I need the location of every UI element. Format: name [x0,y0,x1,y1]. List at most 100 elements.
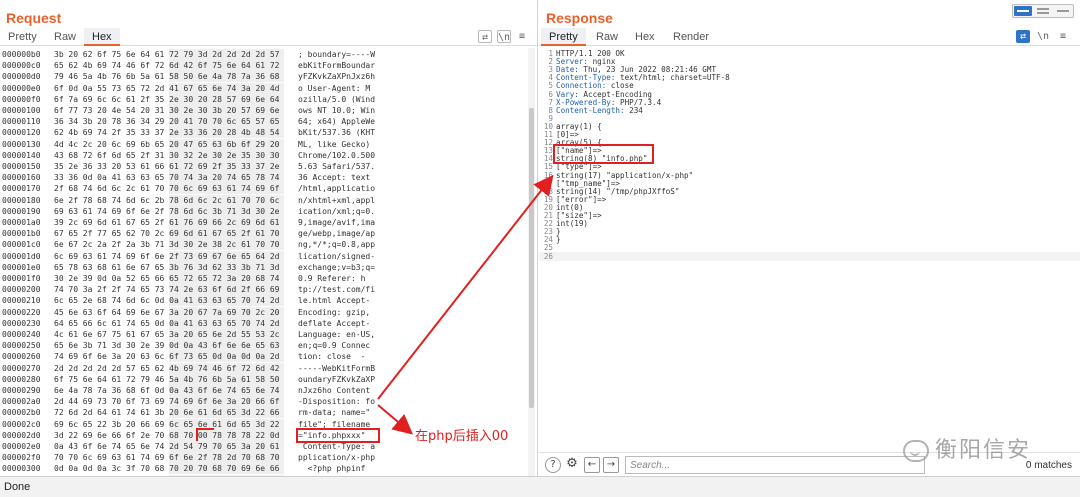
layout-horizontal-icon[interactable] [1034,6,1052,16]
hex-byte[interactable]: 3b [54,49,68,60]
hex-byte[interactable]: 68 [126,385,140,396]
hex-byte[interactable]: 6e [140,441,154,452]
hex-byte[interactable]: 2d [112,363,126,374]
hex-byte[interactable]: 61 [169,161,184,172]
hex-bytes[interactable]: 2f 68 74 6d 6c 2c 61 70 70 6c 69 63 61 74 69 6f [54,183,298,195]
hex-byte[interactable]: 78 [226,429,242,441]
hex-byte[interactable]: 2e [169,127,184,139]
hex-byte[interactable]: 20 [140,105,154,116]
hex-byte[interactable]: 69 [155,419,169,430]
hex-byte[interactable]: 37 [255,161,270,172]
hex-byte[interactable]: 63 [140,172,154,183]
hex-editor[interactable]: 000000b0 3b 20 62 6f 75 6e 64 61 72 79 3d 2d 2d 2d 2d 57… [0,48,538,476]
hex-byte[interactable]: 74 [255,295,270,307]
hex-byte[interactable]: 64 [269,93,285,105]
hex-byte[interactable]: 2f [112,239,126,250]
hex-byte[interactable]: 6d [255,217,270,228]
tab-hex[interactable]: Hex [627,28,663,46]
hex-byte[interactable]: 58 [255,373,270,385]
hex-byte[interactable]: 2c [269,329,285,340]
hex-byte[interactable]: 0d [269,429,285,441]
hex-byte[interactable]: 20 [212,127,227,139]
hex-byte[interactable]: 3a [241,441,256,452]
hex-byte[interactable]: 73 [155,284,169,295]
hex-byte[interactable]: 68 [155,463,169,474]
hex-byte[interactable]: 2c [155,228,169,239]
hex-byte[interactable]: 65 [169,273,184,284]
hex-byte[interactable]: 2d [68,363,82,374]
hex-byte[interactable]: 57 [269,49,285,60]
hex-byte[interactable]: 65 [68,228,82,239]
hex-byte[interactable]: 67 [68,239,82,250]
hex-byte[interactable]: 70 [255,194,270,206]
hex-byte[interactable]: 63 [126,172,140,183]
hex-byte[interactable]: 2d [226,49,242,60]
hex-byte[interactable]: 66 [155,161,169,172]
hex-byte[interactable]: 69 [54,206,68,217]
hex-byte[interactable]: 6e [212,82,227,94]
hex-byte[interactable]: 2d [83,363,97,374]
hex-byte[interactable]: 6e [97,351,111,362]
hex-byte[interactable]: 00 [195,427,215,443]
hex-byte[interactable]: 6f [140,60,154,71]
hex-byte[interactable]: 6c [183,183,198,195]
hex-byte[interactable]: 61 [226,194,242,206]
hex-byte[interactable]: 6e [68,307,82,318]
hex-byte[interactable]: 74 [269,273,285,284]
hex-byte[interactable]: 48 [255,127,270,139]
hex-byte[interactable]: 2d [54,363,68,374]
hex-byte[interactable]: 67 [197,306,213,318]
hex-bytes[interactable]: 6e 67 2c 2a 2f 2a 3b 71 3d 30 2e 38 2c 61 70 70 [54,239,298,251]
hex-byte[interactable]: 62 [212,261,227,273]
hex-byte[interactable]: 68 [269,71,285,83]
hex-byte[interactable]: 68 [68,150,82,161]
hex-byte[interactable]: 72 [212,273,227,284]
hex-byte[interactable]: 65 [241,418,256,430]
hex-byte[interactable]: 63 [212,295,227,307]
hex-byte[interactable]: 6f [140,251,154,262]
newline-toggle-icon[interactable]: \n [1036,30,1050,43]
hex-byte[interactable]: 61 [212,418,227,430]
hex-byte[interactable]: 63 [68,206,82,217]
hex-byte[interactable]: 6d [97,217,111,228]
hex-byte[interactable]: 69 [183,362,198,374]
hex-byte[interactable]: 72 [169,49,184,60]
hex-byte[interactable]: 61 [140,407,154,418]
hex-byte[interactable]: 65 [155,329,169,340]
hex-byte[interactable]: 0a [169,385,184,396]
hex-byte[interactable]: 69 [126,251,140,262]
hex-byte[interactable]: 0d [155,295,169,306]
hex-byte[interactable]: 2b [155,195,169,206]
hex-byte[interactable]: 67 [97,329,111,340]
hex-byte[interactable]: 73 [140,396,154,407]
hex-byte[interactable]: 65 [241,116,256,128]
hex-byte[interactable]: 0a [169,317,184,329]
hex-byte[interactable]: 73 [97,396,111,407]
hex-byte[interactable]: 2d [269,351,285,363]
hex-byte[interactable]: 30 [169,149,184,161]
hex-byte[interactable]: 2f [140,150,154,161]
hex-byte[interactable]: 6e [54,239,68,250]
hex-byte[interactable]: 73 [112,83,126,94]
hex-byte[interactable]: 6d [212,407,227,419]
hex-byte[interactable]: 69 [97,452,111,463]
hex-byte[interactable]: 35 [241,149,256,161]
hex-byte[interactable]: 66 [155,273,169,284]
hex-byte[interactable]: 74 [126,318,140,329]
hex-byte[interactable]: 73 [83,105,97,116]
hex-byte[interactable]: 66 [140,419,154,430]
hex-byte[interactable]: 61 [112,374,126,385]
hex-byte[interactable]: 3b [212,205,227,217]
hex-byte[interactable]: 70 [269,228,285,240]
hex-byte[interactable]: 70 [68,284,82,295]
hex-byte[interactable]: 63 [83,262,97,273]
hex-byte[interactable]: 36 [112,385,126,396]
hex-byte[interactable]: 61 [155,49,169,60]
hex-byte[interactable]: 6d [183,194,198,206]
hex-byte[interactable]: 20 [169,138,184,150]
hex-byte[interactable]: 2d [54,396,68,407]
hex-byte[interactable]: 6f [269,183,285,195]
hex-byte[interactable]: 63 [212,138,227,150]
hex-bytes[interactable]: 79 46 5a 4b 76 6b 5a 61 58 50 6e 4a 78 7a 36 68 [54,71,298,83]
hex-byte[interactable]: 54 [269,127,285,139]
